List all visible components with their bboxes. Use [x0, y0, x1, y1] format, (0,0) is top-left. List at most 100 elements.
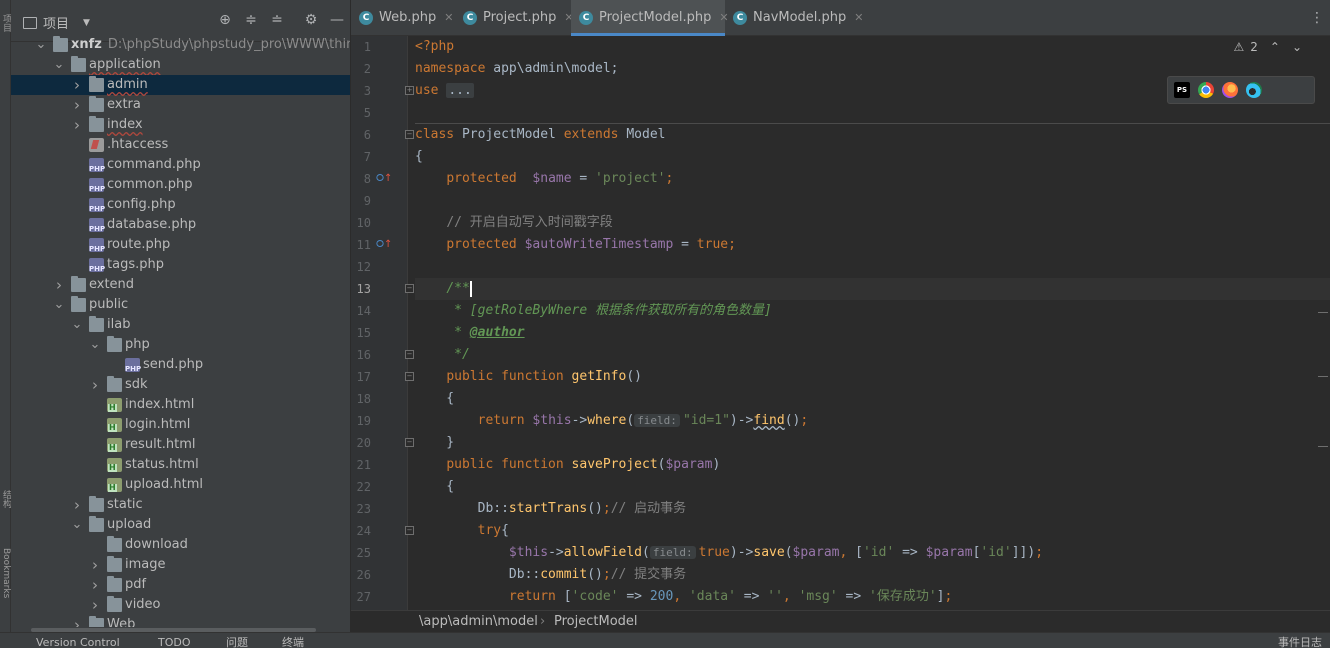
fold-icon[interactable]: − [405, 284, 414, 293]
chevron-right-icon[interactable]: › [71, 495, 83, 515]
code-line[interactable]: protected $name = 'project'; [415, 168, 673, 190]
chevron-down-icon[interactable]: ⌄ [71, 315, 83, 335]
tree-item[interactable]: PHP config.php [11, 195, 350, 215]
fold-icon[interactable]: − [405, 526, 414, 535]
tree-item[interactable]: login.html [11, 415, 350, 435]
fold-icon[interactable]: − [405, 350, 414, 359]
chevron-down-icon[interactable]: ⌄ [71, 515, 83, 535]
event-log-tab[interactable]: 事件日志 [1278, 635, 1322, 648]
problems-tab[interactable]: 问题 [226, 635, 248, 648]
chevron-right-icon[interactable]: › [71, 95, 83, 115]
tree-item[interactable]: › pdf [11, 575, 350, 595]
tree-item[interactable]: PHP command.php [11, 155, 350, 175]
code-line[interactable]: * @author [415, 322, 524, 344]
editor-vertical-scrollbar[interactable] [1316, 36, 1330, 610]
tree-item[interactable]: › Web [11, 615, 350, 627]
next-highlight-icon[interactable]: ⌄ [1292, 40, 1302, 54]
chevron-right-icon[interactable]: › [71, 615, 83, 627]
tree-item[interactable]: ⌄ upload [11, 515, 350, 535]
code-line[interactable]: class ProjectModel extends Model [415, 124, 665, 146]
code-line[interactable]: { [415, 476, 454, 498]
tree-item[interactable]: ⌄ public [11, 295, 350, 315]
editor-tab[interactable]: C Project.php ✕ [455, 0, 574, 36]
code-line[interactable]: public function getInfo() [415, 366, 642, 388]
editor-tab[interactable]: C Web.php ✕ [351, 0, 455, 36]
tree-item[interactable]: PHP route.php [11, 235, 350, 255]
fold-icon[interactable]: − [405, 372, 414, 381]
todo-tab[interactable]: TODO [158, 635, 191, 648]
tree-item[interactable]: .htaccess [11, 135, 350, 155]
edge-browser-icon[interactable] [1246, 82, 1262, 98]
tree-item[interactable]: PHP database.php [11, 215, 350, 235]
code-line[interactable]: <?php [415, 36, 454, 58]
code-line[interactable]: $this->allowField(field: true)->save($par… [415, 542, 1043, 564]
code-line[interactable]: { [415, 388, 454, 410]
tree-item[interactable]: › sdk [11, 375, 350, 395]
inspection-widget[interactable]: ⚠ 2 ⌃ ⌄ [1233, 40, 1302, 54]
chevron-down-icon[interactable]: ⌄ [35, 35, 47, 55]
chevron-right-icon[interactable]: › [71, 115, 83, 135]
structure-tool-tab[interactable]: 结构 [0, 490, 11, 524]
tree-item[interactable]: ⌄ ilab [11, 315, 350, 335]
chevron-down-icon[interactable]: ⌄ [53, 55, 65, 75]
code-line[interactable]: */ [415, 344, 470, 366]
chevron-right-icon[interactable]: › [89, 375, 101, 395]
tree-item[interactable]: PHP common.php [11, 175, 350, 195]
tree-item[interactable]: › index [11, 115, 350, 135]
tree-item[interactable]: PHP tags.php [11, 255, 350, 275]
code-area[interactable]: <?php namespace app\admin\model; use ... cl… [415, 36, 1330, 610]
code-line[interactable]: try{ [415, 520, 509, 542]
chrome-browser-icon[interactable] [1198, 82, 1214, 98]
code-line[interactable]: Db::commit();// 提交事务 [415, 564, 686, 586]
code-line[interactable]: Db::startTrans();// 启动事务 [415, 498, 687, 520]
code-line[interactable]: { [415, 146, 423, 168]
bookmarks-tool-tab[interactable]: Bookmarks [0, 548, 11, 618]
code-line[interactable]: namespace app\admin\model; [415, 58, 619, 80]
tree-item[interactable]: download [11, 535, 350, 555]
code-line[interactable]: public function saveProject($param) [415, 454, 720, 476]
tree-item[interactable]: index.html [11, 395, 350, 415]
overrides-icon[interactable]: ⭘↑ [376, 234, 392, 256]
breadcrumb-class[interactable]: ProjectModel [554, 611, 638, 633]
breadcrumb-namespace[interactable]: \app\admin\model [419, 611, 538, 633]
code-line[interactable]: // 开启自动写入时间戳字段 [415, 212, 612, 234]
close-tab-icon[interactable]: ✕ [854, 11, 863, 24]
tree-item[interactable]: result.html [11, 435, 350, 455]
chevron-right-icon[interactable]: › [53, 275, 65, 295]
tree-item[interactable]: › video [11, 595, 350, 615]
chevron-right-icon[interactable]: › [89, 595, 101, 615]
code-line[interactable]: * [getRoleByWhere 根据条件获取所有的角色数量] [415, 300, 772, 322]
overrides-icon[interactable]: ⭘↑ [376, 168, 392, 190]
tree-item[interactable]: › extend [11, 275, 350, 295]
collapse-all-icon[interactable]: ≐ [269, 12, 285, 28]
tree-item[interactable]: PHP send.php [11, 355, 350, 375]
code-line[interactable]: return $this->where(field: "id=1")->find(… [415, 410, 809, 432]
terminal-tab[interactable]: 终端 [282, 635, 304, 648]
tree-item[interactable]: ⌄ application [11, 55, 350, 75]
more-tabs-icon[interactable]: ⋮ [1310, 10, 1324, 26]
version-control-tab[interactable]: Version Control [36, 635, 120, 648]
fold-icon[interactable]: − [405, 130, 414, 139]
tree-item[interactable]: › admin [11, 75, 350, 95]
firefox-browser-icon[interactable] [1222, 82, 1238, 98]
tree-item[interactable]: ⌄ php [11, 335, 350, 355]
chevron-down-icon[interactable]: ⌄ [53, 295, 65, 315]
code-line[interactable]: return ['code' => 200, 'data' => '', 'ms… [415, 586, 952, 608]
fold-icon[interactable]: + [405, 86, 414, 95]
tree-item[interactable]: ⌄ xnfz D:\phpStudy\phpstudy_pro\WWW\thinkp… [11, 35, 350, 55]
tree-item[interactable]: status.html [11, 455, 350, 475]
phpstorm-browser-icon[interactable]: PS [1174, 82, 1190, 98]
minimize-icon[interactable]: — [329, 12, 345, 28]
gear-icon[interactable]: ⚙ [303, 12, 319, 28]
code-editor[interactable]: 1 2 3 +5 6−7 8 ⭘↑ 9 10 11 ⭘↑ 12 13−14 15 16−17−18 19 20−… [351, 36, 1330, 610]
code-line[interactable]: protected $autoWriteTimestamp = true; [415, 234, 736, 256]
chevron-right-icon[interactable]: › [89, 575, 101, 595]
tree-item[interactable]: › static [11, 495, 350, 515]
project-tool-tab[interactable]: 项目 [0, 14, 11, 42]
code-line[interactable]: } [415, 432, 454, 454]
project-view-selector[interactable]: 项目 ▼ [23, 13, 90, 32]
editor-tab[interactable]: C ProjectModel.php ✕ [571, 0, 729, 36]
chevron-right-icon[interactable]: › [71, 75, 83, 95]
expand-all-icon[interactable]: ≑ [243, 12, 259, 28]
tree-item[interactable]: upload.html [11, 475, 350, 495]
